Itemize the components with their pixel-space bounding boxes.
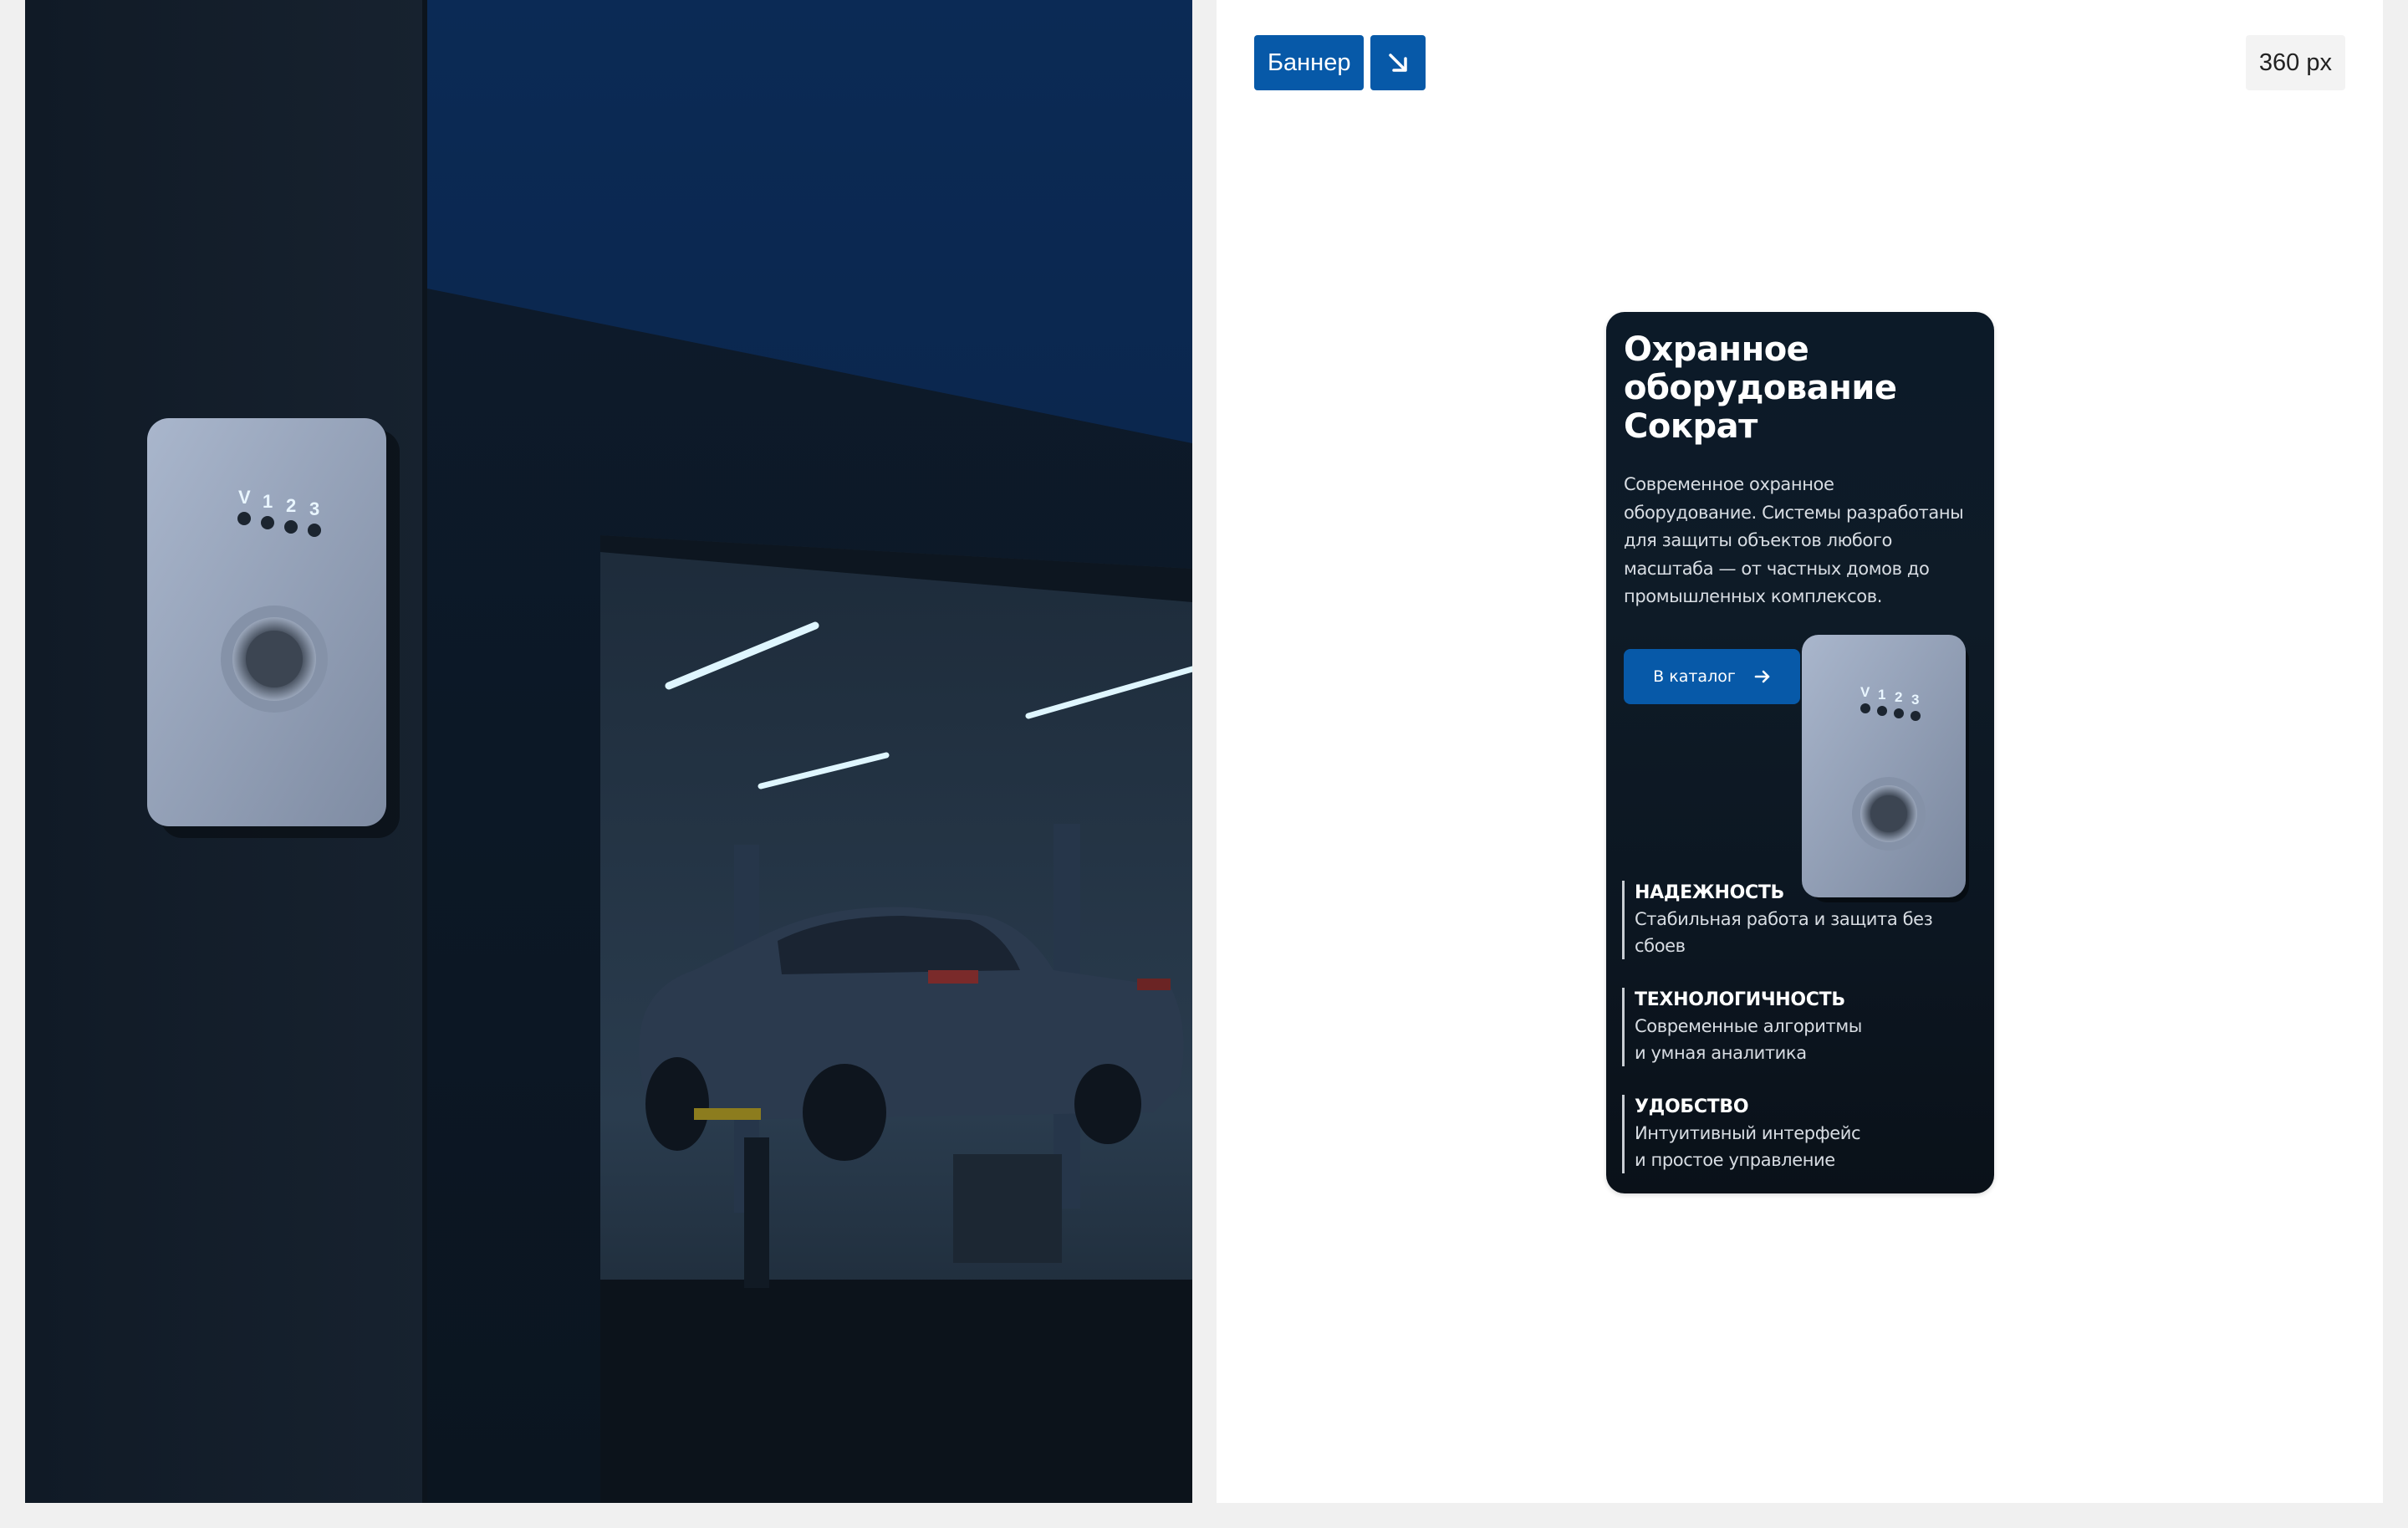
arrow-down-right-button[interactable] (1370, 35, 1426, 90)
card-device-key-v: V (1860, 684, 1870, 700)
banner-description-line: оборудование. Системы разработаны (1624, 502, 1964, 523)
garage-scene-illustration: V 1 2 3 (25, 0, 1192, 1503)
feature-text: Стабильная работа и защита без сбоев (1635, 906, 1969, 959)
device-key-2: 2 (286, 495, 296, 516)
feature-text-line: и простое управление (1635, 1150, 1835, 1170)
security-device-image: V 1 2 3 (1802, 635, 1969, 902)
banner-description-line: Современное охранное (1624, 474, 1834, 494)
feature-text-line: и умная аналитика (1635, 1043, 1807, 1063)
banner-description-line: масштаба — от частных домов до (1624, 558, 1930, 579)
arrow-down-right-icon (1389, 54, 1407, 72)
device-key-v: V (238, 487, 251, 508)
banner-title-line: Охранное (1624, 330, 1809, 369)
banner-description-line: для защиты объектов любого (1624, 530, 1892, 550)
card-device-key-2: 2 (1895, 689, 1902, 705)
card-device-key-1: 1 (1878, 687, 1885, 703)
width-badge: 360 px (2245, 35, 2345, 90)
banner-description-line: промышленных комплексов. (1624, 586, 1883, 606)
feature-reliability: НАДЕЖНОСТЬ Стабильная работа и защита бе… (1622, 881, 1977, 959)
device-key-1: 1 (263, 491, 273, 512)
feature-text-line: Интуитивный интерфейс (1635, 1123, 1861, 1143)
feature-text: Современные алгоритмы и умная аналитика (1635, 1013, 1885, 1066)
banner-title-line: Сократ (1624, 407, 1758, 446)
banner-description: Современное охранное оборудование. Систем… (1624, 471, 1983, 611)
banner-preview: V 1 2 3 Охранное оборудование Сократ Совре… (1606, 312, 1994, 1193)
feature-technology: ТЕХНОЛОГИЧНОСТЬ Современные алгоритмы и у… (1622, 988, 1977, 1066)
feature-title: УДОБСТВО (1635, 1096, 1749, 1117)
card-device-key-3: 3 (1911, 692, 1919, 708)
arrow-right-icon (1754, 670, 1770, 683)
feature-title: НАДЕЖНОСТЬ (1635, 882, 1785, 903)
feature-text: Интуитивный интерфейс и простое управлени… (1635, 1120, 1885, 1173)
catalog-button-label: В каталог (1653, 667, 1736, 686)
banner-title-line: оборудование (1624, 369, 1897, 407)
feature-text-line: сбоев (1635, 936, 1686, 956)
feature-convenience: УДОБСТВО Интуитивный интерфейс и простое … (1622, 1095, 1977, 1173)
banner-button[interactable]: Баннер (1254, 35, 1365, 90)
banner-title: Охранное оборудование Сократ (1624, 330, 1975, 446)
feature-text-line: Современные алгоритмы (1635, 1016, 1862, 1036)
hero-photo: V 1 2 3 (25, 0, 1192, 1503)
catalog-button[interactable]: В каталог (1624, 649, 1800, 704)
feature-text-line: Стабильная работа и защита без (1635, 909, 1933, 929)
device-key-3: 3 (309, 498, 319, 519)
editor-panel: Баннер 360 px V 1 2 3 Охранное оборудова… (1217, 0, 2383, 1503)
feature-title: ТЕХНОЛОГИЧНОСТЬ (1635, 989, 1845, 1010)
